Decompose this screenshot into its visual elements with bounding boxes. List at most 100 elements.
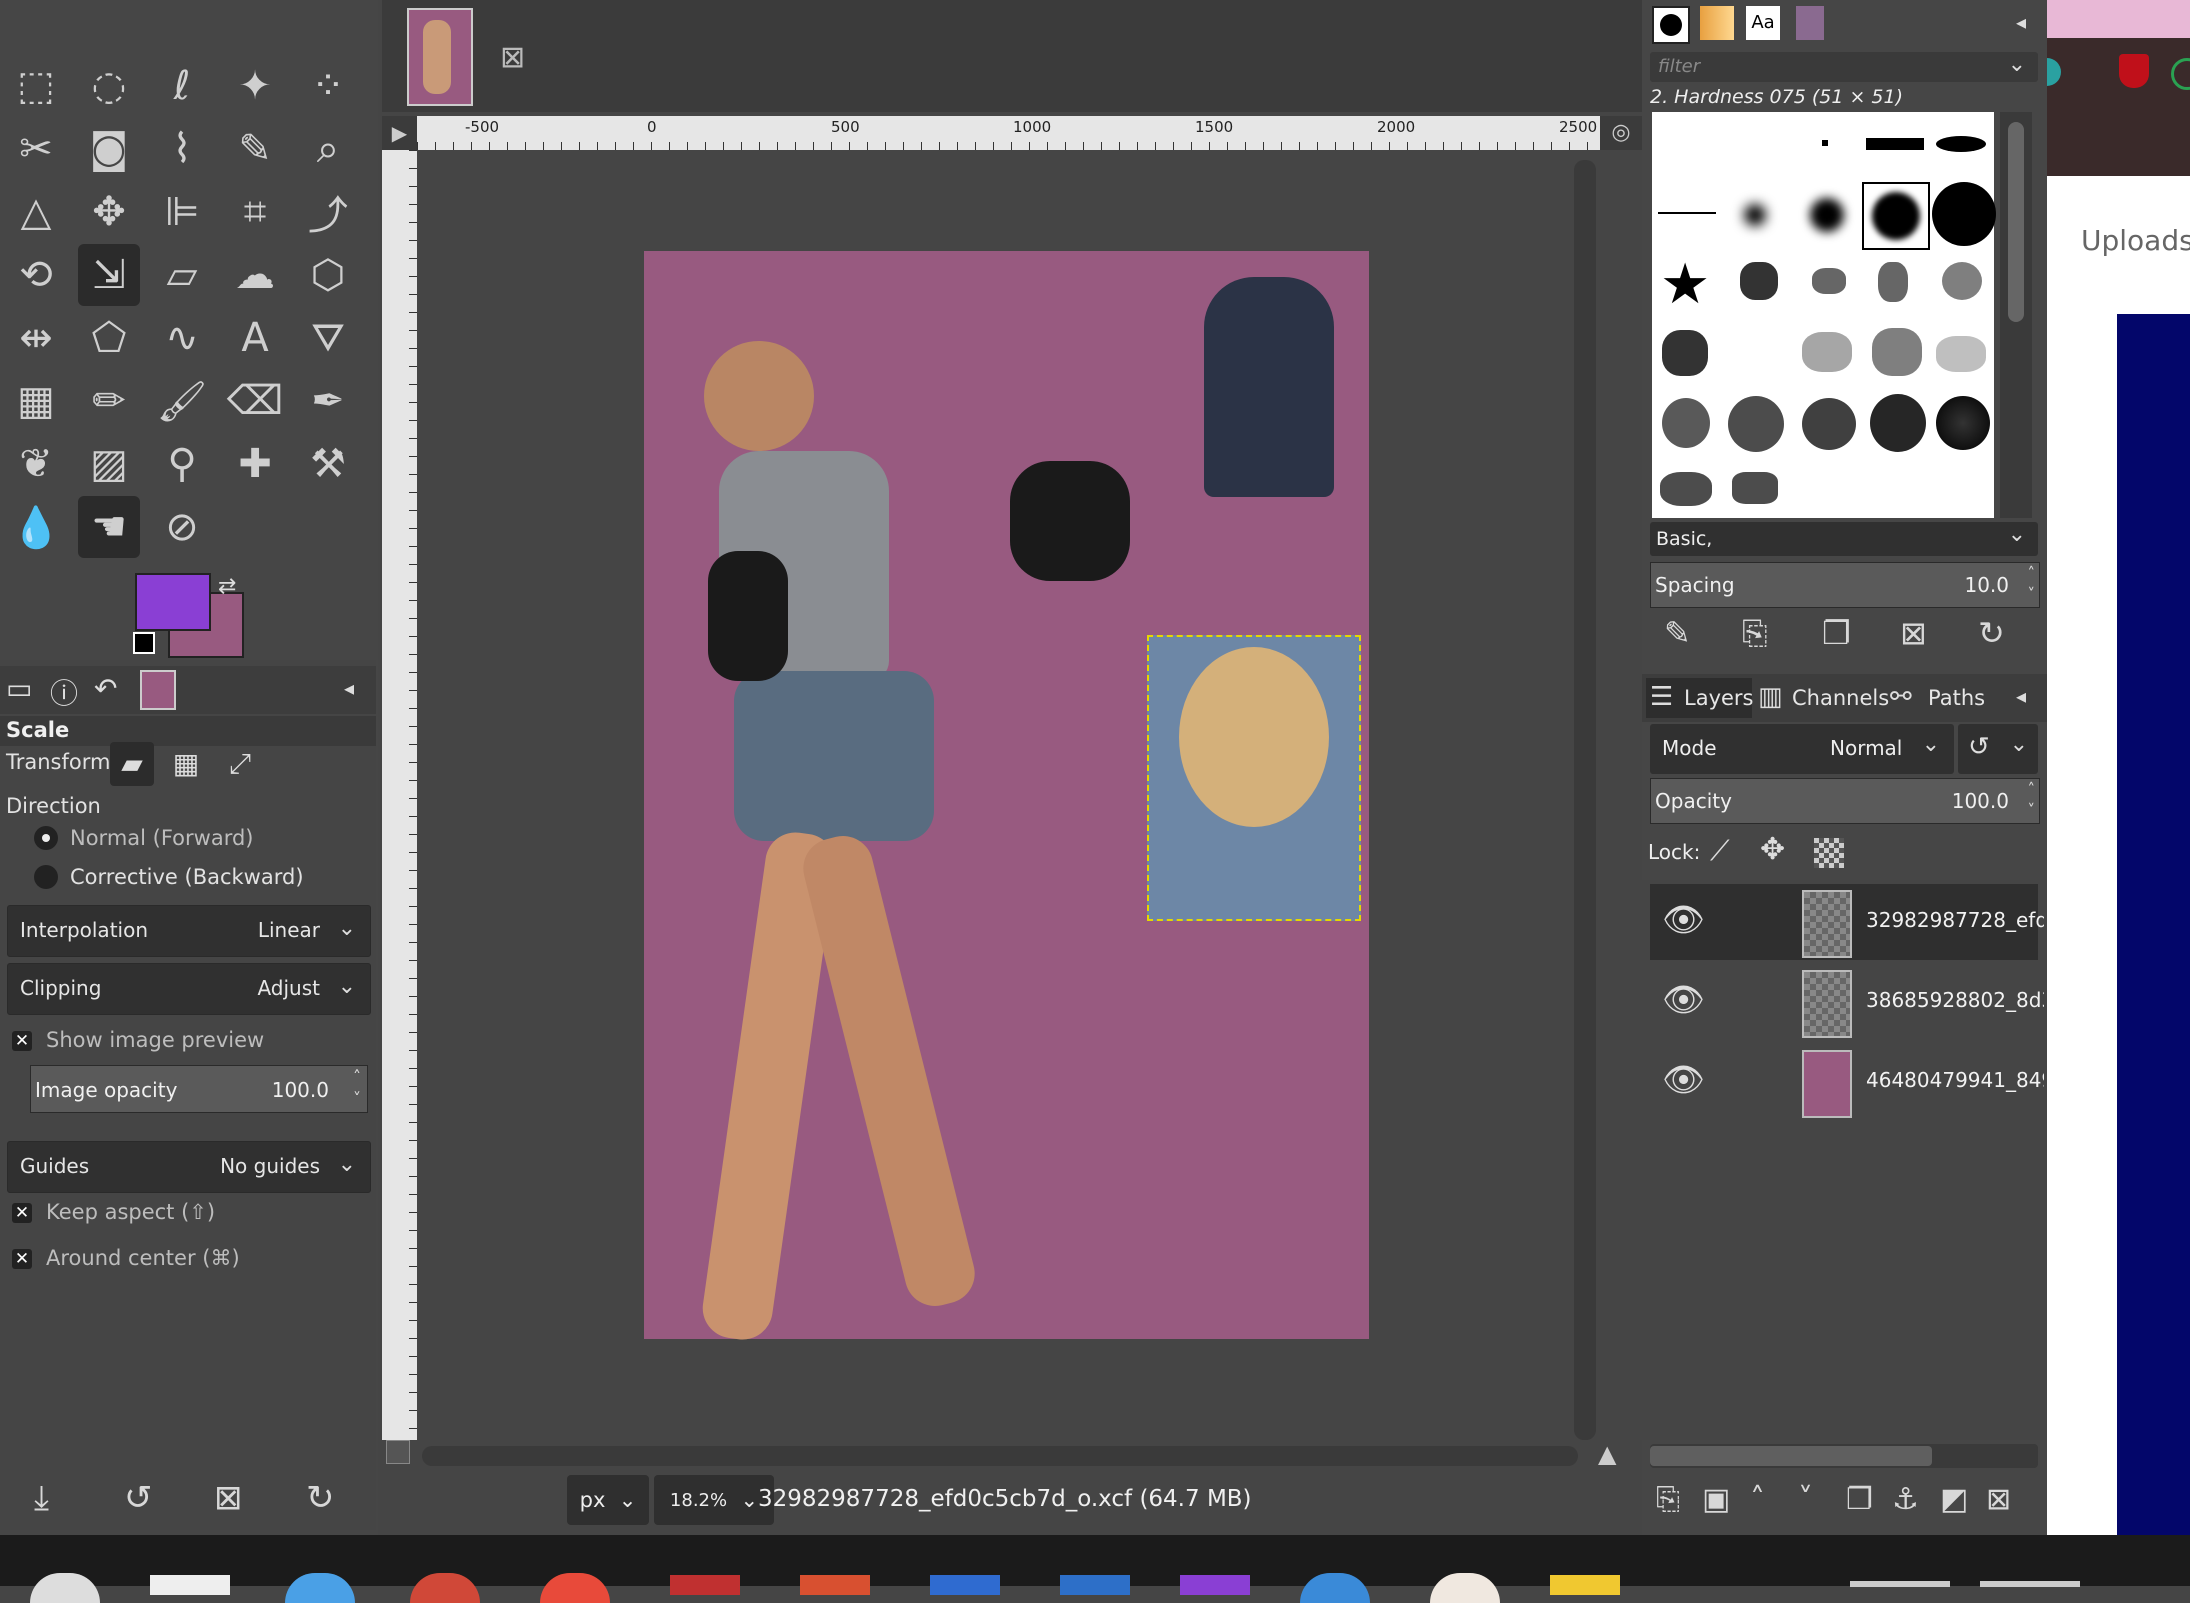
dock-menu-icon[interactable]: ◂ bbox=[2016, 684, 2026, 708]
direction-normal-radio[interactable] bbox=[34, 826, 58, 850]
zoom-fit-icon[interactable]: ◎ bbox=[1600, 116, 1642, 150]
rect-select-icon[interactable]: ⬚ bbox=[5, 55, 67, 117]
smudge-icon[interactable]: ☚ bbox=[78, 496, 140, 558]
interpolation-combo[interactable]: Interpolation Linear ⌄ bbox=[7, 905, 371, 957]
layer-mask-icon[interactable]: ◩ bbox=[1940, 1482, 1968, 1517]
lock-alpha-icon[interactable] bbox=[1814, 838, 1844, 868]
new-brush-icon[interactable]: ⎘ bbox=[1742, 614, 1768, 653]
device-status-tab-icon[interactable]: ⓘ bbox=[50, 672, 78, 712]
text-tool-icon[interactable]: A bbox=[224, 307, 286, 369]
dock-app-icon[interactable] bbox=[670, 1575, 740, 1595]
foreground-select-icon[interactable]: ◙ bbox=[78, 118, 140, 180]
restore-options-icon[interactable]: ↺ bbox=[124, 1478, 153, 1518]
dock-app-icon[interactable] bbox=[1060, 1575, 1130, 1595]
new-layer-group-icon[interactable]: ▣ bbox=[1702, 1482, 1730, 1517]
crop-icon[interactable]: ⌗ bbox=[224, 181, 286, 243]
close-tab-icon[interactable]: ⊠ bbox=[500, 40, 525, 75]
select-by-color-icon[interactable]: ⁘ bbox=[297, 55, 359, 117]
fuzzy-select-icon[interactable]: ✦ bbox=[224, 55, 286, 117]
dock-app-icon[interactable] bbox=[410, 1573, 480, 1603]
free-select-icon[interactable]: ℓ bbox=[151, 55, 213, 117]
images-tab-icon[interactable] bbox=[140, 670, 176, 710]
show-preview-checkbox[interactable]: ✕ bbox=[12, 1031, 32, 1051]
tab-channels[interactable]: ▥ Channels bbox=[1756, 678, 1889, 718]
horizontal-scrollbar[interactable] bbox=[422, 1446, 1578, 1466]
ublock-icon[interactable] bbox=[2119, 54, 2149, 88]
airbrush-icon[interactable]: ✒ bbox=[297, 370, 359, 432]
transform-selection-icon[interactable]: ▦ bbox=[164, 742, 208, 786]
brush-tag-combo[interactable]: Basic, ⌄ bbox=[1650, 522, 2038, 556]
spacing-spinner[interactable]: Spacing 10.0 ˄ ˅ bbox=[1650, 562, 2040, 608]
image-canvas[interactable] bbox=[644, 251, 1369, 1344]
warp-transform-icon[interactable]: ☁ bbox=[224, 244, 286, 306]
perspective-icon[interactable]: ⬡ bbox=[297, 244, 359, 306]
dock-app-icon[interactable] bbox=[930, 1575, 1000, 1595]
tab-paths[interactable]: ⚯ Paths bbox=[1888, 678, 1988, 718]
reset-options-icon[interactable]: ↻ bbox=[306, 1478, 335, 1518]
resize-corner-icon[interactable]: ▲ bbox=[1598, 1440, 1616, 1468]
raise-layer-icon[interactable]: ˄ bbox=[1750, 1482, 1765, 1517]
move-icon[interactable]: ✥ bbox=[78, 181, 140, 243]
eye-icon[interactable]: 👁 bbox=[1662, 900, 1705, 940]
unified-transform-icon[interactable]: ⤴ bbox=[297, 181, 359, 243]
fonts-tab-icon[interactable]: Aa bbox=[1746, 6, 1780, 40]
brush-grid[interactable]: ★ bbox=[1652, 112, 1996, 518]
anchor-layer-icon[interactable]: ⚓ bbox=[1892, 1482, 1919, 1517]
dock-app-icon[interactable] bbox=[540, 1573, 610, 1603]
rotate-icon[interactable]: ⟲ bbox=[5, 244, 67, 306]
eye-icon[interactable]: 👁 bbox=[1662, 1060, 1705, 1100]
gradient-icon[interactable]: ▦ bbox=[5, 370, 67, 432]
heal-icon[interactable]: ✚ bbox=[224, 433, 286, 495]
save-options-icon[interactable]: ⤓ bbox=[34, 1478, 49, 1518]
spin-arrows-icon[interactable]: ˄ ˅ bbox=[2028, 779, 2036, 821]
around-center-checkbox[interactable]: ✕ bbox=[12, 1249, 32, 1269]
layer-mode-combo[interactable]: Mode Normal ⌄ bbox=[1650, 724, 1954, 774]
clipping-combo[interactable]: Clipping Adjust ⌄ bbox=[7, 963, 371, 1015]
duplicate-layer-icon[interactable]: ❐ bbox=[1846, 1482, 1873, 1517]
undo-history-tab-icon[interactable]: ↶ bbox=[94, 672, 117, 705]
warp-icon[interactable]: ∿ bbox=[151, 307, 213, 369]
dock-app-icon[interactable] bbox=[150, 1575, 230, 1595]
duplicate-brush-icon[interactable]: ❐ bbox=[1822, 614, 1851, 652]
transform-layer-icon[interactable]: ▰ bbox=[110, 742, 154, 786]
zoom-select[interactable]: 18.2% ⌄ bbox=[654, 1475, 774, 1525]
delete-options-icon[interactable]: ⊠ bbox=[214, 1478, 243, 1518]
blur-icon[interactable]: 💧 bbox=[5, 496, 67, 558]
image-tab-thumbnail[interactable] bbox=[407, 8, 473, 106]
eye-icon[interactable]: 👁 bbox=[1662, 980, 1705, 1020]
dock-menu-icon[interactable]: ◂ bbox=[2016, 10, 2026, 34]
direction-corrective-radio[interactable] bbox=[34, 865, 58, 889]
eraser-icon[interactable]: ⌫ bbox=[224, 370, 286, 432]
brush-scrollbar[interactable] bbox=[2000, 112, 2032, 518]
image-opacity-spinner[interactable]: Image opacity 100.0 ˄ ˅ bbox=[30, 1065, 368, 1113]
layer-row[interactable]: 👁 38685928802_8d3c8 bbox=[1650, 964, 2044, 1040]
patterns-tab-icon[interactable] bbox=[1700, 6, 1734, 40]
ellipse-select-icon[interactable]: ◌ bbox=[78, 55, 140, 117]
delete-brush-icon[interactable]: ⊠ bbox=[1900, 614, 1927, 652]
dock-app-icon[interactable] bbox=[285, 1573, 355, 1603]
lower-layer-icon[interactable]: ˅ bbox=[1798, 1482, 1813, 1517]
zoom-icon[interactable]: ⌕ bbox=[297, 118, 359, 180]
lock-pixels-icon[interactable]: ⟋ bbox=[1710, 834, 1730, 868]
extension-icon[interactable] bbox=[2047, 58, 2061, 86]
clone-icon[interactable]: ⚲ bbox=[151, 433, 213, 495]
layer-row[interactable]: 👁 46480479941_8491f bbox=[1650, 1044, 2044, 1120]
scale-icon[interactable]: ⇲ bbox=[78, 244, 140, 306]
inset-photo-selected[interactable] bbox=[1147, 635, 1361, 921]
shear-icon[interactable]: ▱ bbox=[151, 244, 213, 306]
brush-filter[interactable]: filter ⌄ bbox=[1650, 52, 2038, 82]
paintbrush-icon[interactable]: 🖌 bbox=[151, 370, 213, 432]
dock-app-icon[interactable] bbox=[1850, 1581, 1950, 1587]
swap-colors-icon[interactable]: ⇄ bbox=[218, 574, 236, 599]
flip-icon[interactable]: ⇹ bbox=[5, 307, 67, 369]
foreground-color-swatch[interactable] bbox=[135, 573, 211, 631]
tool-options-tab-icon[interactable]: ▭ bbox=[6, 672, 32, 705]
dock-app-icon[interactable] bbox=[1300, 1573, 1370, 1603]
mypaint-brush-icon[interactable]: ▨ bbox=[78, 433, 140, 495]
brushes-tab-icon[interactable] bbox=[1652, 6, 1690, 44]
grammarly-icon[interactable] bbox=[2171, 58, 2190, 90]
navigate-icon[interactable] bbox=[386, 1440, 410, 1464]
paths-tool-icon[interactable]: ⌇ bbox=[151, 118, 213, 180]
dodge-burn-icon[interactable]: ⊘ bbox=[151, 496, 213, 558]
spin-arrows-icon[interactable]: ˄ ˅ bbox=[353, 1066, 361, 1110]
